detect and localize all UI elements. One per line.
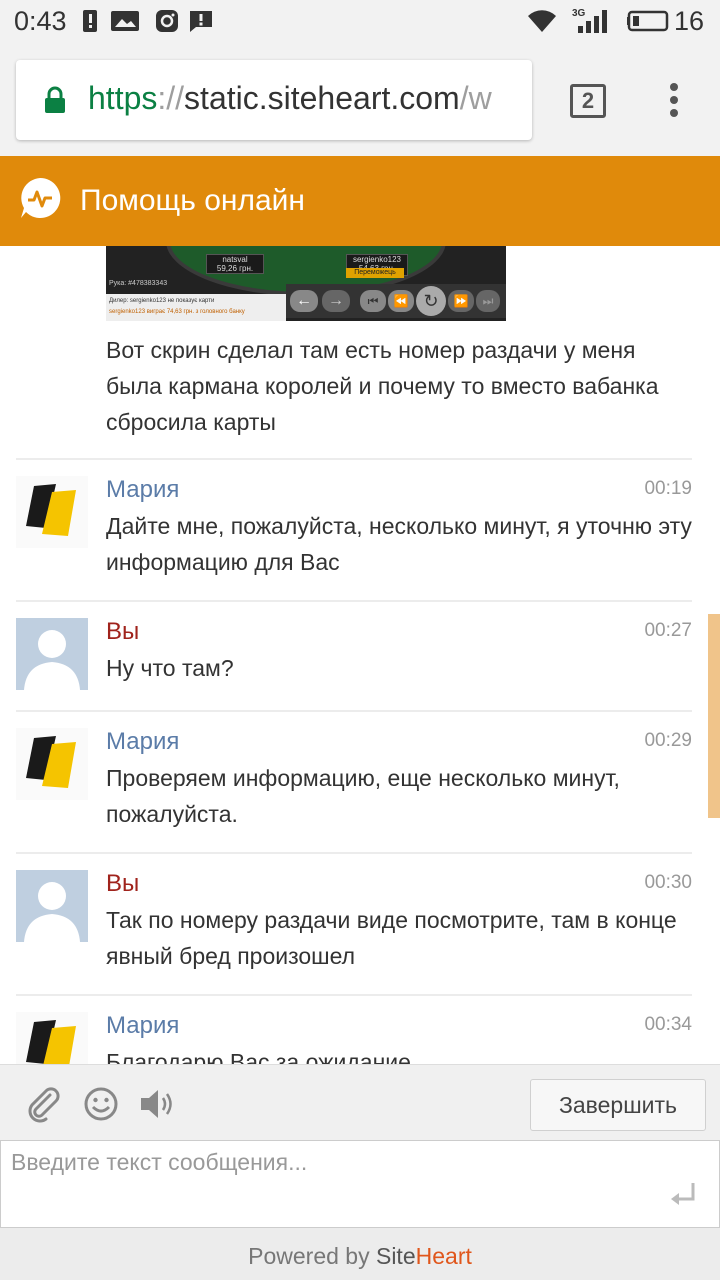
skip-end-icon[interactable]: ⏭ [476, 290, 500, 312]
user-avatar [16, 618, 88, 690]
message-time: 00:30 [644, 872, 692, 893]
message-divider [16, 600, 692, 602]
status-time: 0:43 [14, 6, 67, 36]
message-text: Так по номеру раздачи виде посмотрите, т… [106, 907, 677, 969]
game-log-line: sergienko123 виграє 74,63 грн. з головно… [109, 309, 245, 315]
message-divider [16, 710, 692, 712]
message-divider [16, 458, 692, 460]
chat-title: Помощь онлайн [80, 184, 305, 217]
back-arrow-icon[interactable]: ← [290, 290, 318, 312]
message-text: Вот скрин сделал там есть номер раздачи … [106, 337, 659, 435]
message-author: Вы [106, 870, 140, 897]
message-author: Мария [106, 1012, 180, 1039]
forward-arrow-icon[interactable]: → [322, 290, 350, 312]
brand-name-part1[interactable]: Site [376, 1243, 416, 1269]
paperclip-icon[interactable] [24, 1085, 62, 1123]
replay-controls: ← → ⏮ ⏪ ↻ ⏩ ⏭ [286, 284, 506, 318]
powered-by-text: Powered by [248, 1243, 376, 1269]
notification-icon [190, 11, 212, 32]
message-author: Мария [106, 728, 180, 755]
rewind-icon[interactable]: ⏪ [388, 290, 414, 312]
user-avatar [16, 870, 88, 942]
player1-amount: 59,26 грн. [216, 264, 254, 273]
signal-icon [578, 10, 607, 33]
browser-toolbar: https://static.siteheart.com/w 2 [0, 44, 720, 156]
attached-screenshot[interactable]: natsval59,26 грн. sergienko12354,63 грн.… [106, 246, 506, 321]
powered-by-footer: Powered by SiteHeart [0, 1228, 720, 1280]
replay-icon[interactable]: ↻ [416, 286, 446, 316]
game-log-line: Дилер: sergienko123 не показує карти [109, 298, 215, 304]
chat-message: Мария 00:19 Дайте мне, пожалуйста, неско… [16, 458, 692, 600]
message-text: Дайте мне, пожалуйста, несколько минут, … [106, 513, 692, 575]
chat-header: Помощь онлайн [0, 156, 720, 246]
chat-message: Мария 00:29 Проверяем информацию, еще не… [16, 710, 692, 852]
agent-avatar [16, 1012, 88, 1064]
message-text: Проверяем информацию, еще несколько мину… [106, 765, 620, 827]
url-separator: :// [157, 80, 185, 116]
skip-start-icon[interactable]: ⏮ [360, 290, 386, 312]
message-text: Ну что там? [106, 655, 234, 681]
message-text: Благодарю Вас за ожидание. [106, 1049, 418, 1064]
message-divider [16, 852, 692, 854]
message-time: 00:19 [644, 478, 692, 499]
fast-forward-icon[interactable]: ⏩ [448, 290, 474, 312]
address-bar[interactable]: https://static.siteheart.com/w [16, 60, 532, 140]
message-author: Вы [106, 618, 140, 645]
sound-icon[interactable] [138, 1085, 176, 1123]
url-host: static.siteheart.com [184, 80, 460, 116]
url-text: https://static.siteheart.com/w [88, 80, 492, 117]
agent-avatar [16, 476, 88, 548]
enter-icon[interactable] [669, 1179, 699, 1211]
message-time: 00:29 [644, 730, 692, 751]
message-input[interactable] [1, 1141, 719, 1227]
message-divider [16, 994, 692, 996]
brand-name-part2[interactable]: Heart [416, 1243, 472, 1269]
hand-number: Рука: #478383343 [109, 280, 168, 287]
chat-message: Вы 00:30 Так по номеру раздачи виде посм… [16, 852, 692, 994]
player1-name: natsval [222, 255, 248, 264]
chat-toolbar: Завершить [0, 1064, 720, 1140]
tab-switcher-button[interactable]: 2 [570, 84, 606, 118]
alert-icon [83, 10, 97, 32]
lock-icon [45, 86, 65, 113]
player1-box: natsval 59,26 грн. [206, 254, 264, 274]
winner-badge: Переможець [346, 268, 404, 278]
url-scheme: https [88, 80, 158, 116]
game-log: Дилер: sergienko123 не показує карти serg… [106, 294, 286, 321]
agent-avatar [16, 728, 88, 800]
battery-level: 16 [673, 6, 704, 36]
battery-icon [627, 10, 669, 32]
message-author: Мария [106, 476, 180, 503]
player2-name: sergienko123 [352, 255, 402, 264]
status-bar: 0:43 3G 16 [0, 0, 720, 44]
message-input-box [0, 1140, 720, 1228]
end-chat-button[interactable]: Завершить [530, 1079, 706, 1131]
chat-message: Вы 00:27 Ну что там? [16, 600, 692, 710]
message-time: 00:27 [644, 620, 692, 641]
url-path: /w [459, 80, 492, 116]
chat-messages[interactable]: natsval59,26 грн. sergienko12354,63 грн.… [0, 246, 720, 1064]
picture-icon [111, 11, 139, 31]
smiley-icon[interactable] [82, 1085, 120, 1123]
chat-message: Мария 00:34 Благодарю Вас за ожидание. [16, 994, 692, 1064]
message-time: 00:34 [644, 1014, 692, 1035]
instagram-icon [156, 10, 178, 32]
browser-menu-icon[interactable] [664, 80, 684, 120]
wifi-icon [528, 10, 556, 32]
siteheart-logo-icon [21, 177, 61, 218]
scrollbar-thumb[interactable] [708, 614, 720, 818]
